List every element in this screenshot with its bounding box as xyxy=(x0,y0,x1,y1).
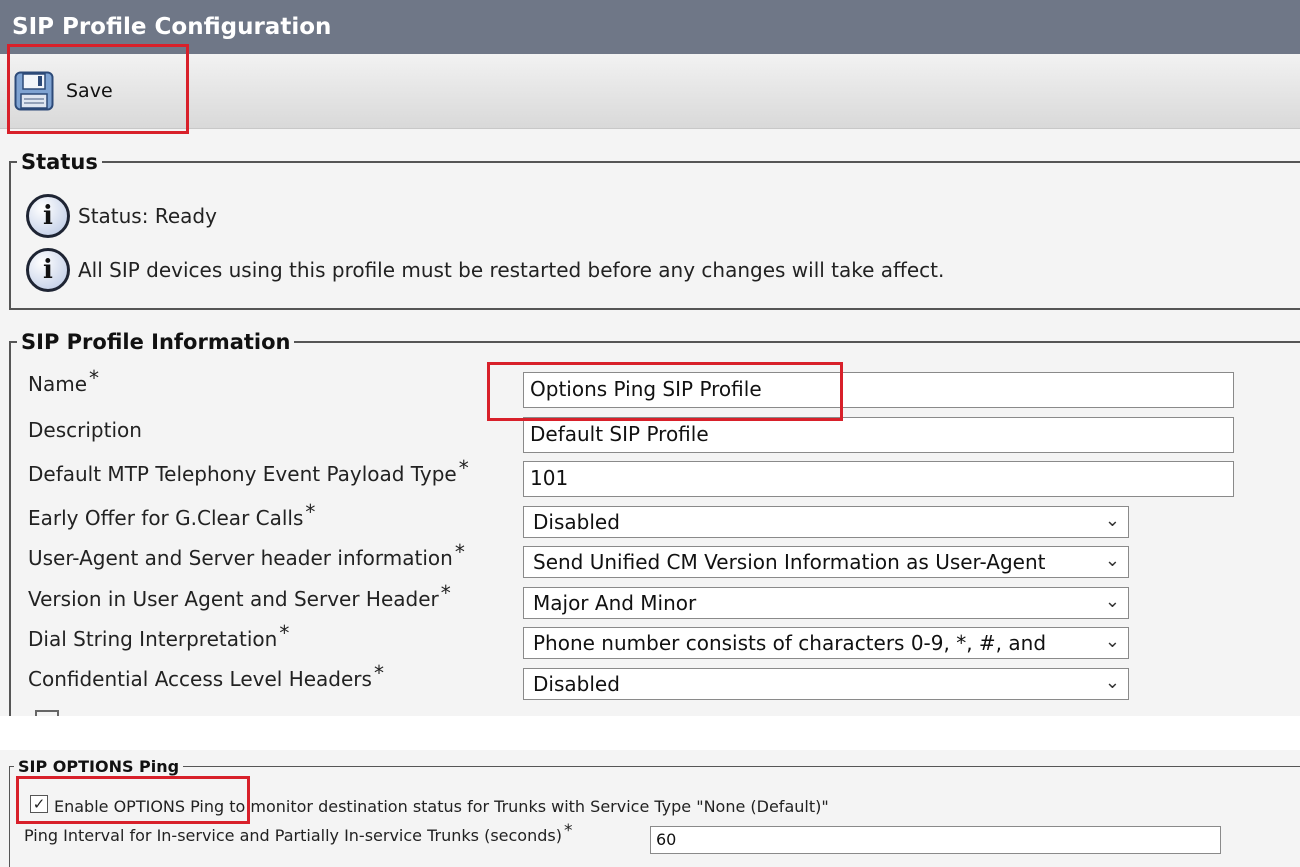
required-marker: * xyxy=(454,540,465,564)
required-marker: * xyxy=(440,581,451,605)
user-agent-label: User-Agent and Server header information… xyxy=(28,540,465,570)
chevron-down-icon: ⌄ xyxy=(1104,510,1120,531)
mtp-payload-label: Default MTP Telephony Event Payload Type… xyxy=(28,456,469,486)
save-button[interactable]: Save xyxy=(14,70,113,112)
early-offer-select[interactable]: Disabled ⌄ xyxy=(523,506,1129,538)
info-icon: i xyxy=(26,248,70,292)
floppy-disk-icon xyxy=(14,71,54,111)
confidential-label: Confidential Access Level Headers * xyxy=(28,661,384,691)
chevron-down-icon: ⌄ xyxy=(1104,672,1120,693)
required-marker: * xyxy=(89,366,100,390)
required-marker: * xyxy=(563,821,573,841)
required-marker: * xyxy=(458,456,469,480)
early-offer-label: Early Offer for G.Clear Calls * xyxy=(28,500,316,530)
ping-interval-label: Ping Interval for In-service and Partial… xyxy=(24,821,573,845)
chevron-down-icon: ⌄ xyxy=(1104,591,1120,612)
user-agent-select[interactable]: Send Unified CM Version Information as U… xyxy=(523,546,1129,578)
required-marker: * xyxy=(373,661,384,685)
required-marker: * xyxy=(305,500,316,524)
status-text: Status: Ready xyxy=(78,204,217,228)
name-input[interactable]: Options Ping SIP Profile xyxy=(523,372,1234,408)
toolbar: Save xyxy=(0,54,1300,129)
mtp-payload-input[interactable]: 101 xyxy=(523,461,1234,497)
status-text: All SIP devices using this profile must … xyxy=(78,258,945,282)
info-icon: i xyxy=(26,194,70,238)
options-ping-legend: SIP OPTIONS Ping xyxy=(18,757,180,776)
section-gap xyxy=(0,716,1300,750)
status-message-restart: i All SIP devices using this profile mus… xyxy=(26,248,944,292)
ping-interval-input[interactable]: 60 xyxy=(650,826,1221,854)
sip-profile-info-legend: SIP Profile Information xyxy=(21,330,291,354)
chevron-down-icon: ⌄ xyxy=(1104,550,1120,571)
description-input[interactable]: Default SIP Profile xyxy=(523,417,1234,453)
dial-string-select[interactable]: Phone number consists of characters 0-9,… xyxy=(523,627,1129,659)
status-legend: Status xyxy=(21,150,98,174)
enable-options-ping-checkbox[interactable]: ✓ xyxy=(30,795,48,813)
name-label: Name * xyxy=(28,366,100,396)
enable-options-ping-label: Enable OPTIONS Ping to monitor destinati… xyxy=(54,797,829,816)
description-label: Description xyxy=(28,418,142,442)
chevron-down-icon: ⌄ xyxy=(1104,631,1120,652)
confidential-select[interactable]: Disabled ⌄ xyxy=(523,668,1129,700)
dial-string-label: Dial String Interpretation * xyxy=(28,621,290,651)
required-marker: * xyxy=(279,621,290,645)
version-header-select[interactable]: Major And Minor ⌄ xyxy=(523,587,1129,619)
save-button-label: Save xyxy=(66,80,113,102)
page-title: SIP Profile Configuration xyxy=(0,0,1300,54)
status-message-ready: i Status: Ready xyxy=(26,194,217,238)
version-header-label: Version in User Agent and Server Header * xyxy=(28,581,451,611)
